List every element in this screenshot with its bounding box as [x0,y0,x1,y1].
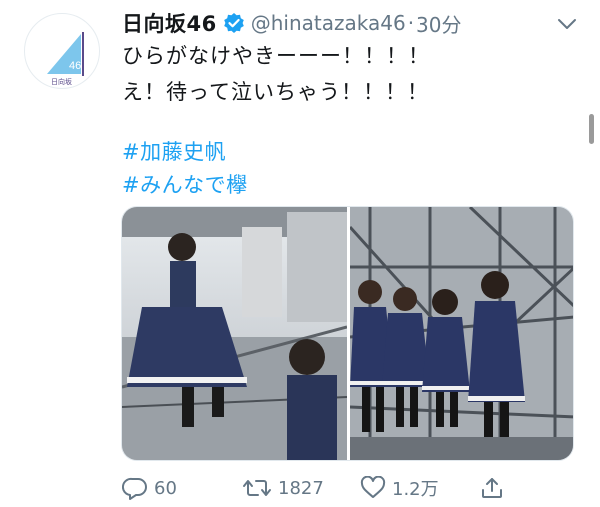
hashtag-link-1[interactable]: #加藤史帆 [122,136,226,166]
display-name[interactable]: 日向坂46 [122,8,217,38]
scrollbar[interactable] [589,114,594,144]
share-icon [480,476,504,500]
photo-1[interactable] [122,207,347,460]
separator-dot: · [407,11,415,35]
logo-number: 46 [69,60,81,72]
like-count: 1.2万 [392,479,439,500]
avatar[interactable]: 46 日向坂 [24,13,100,89]
hashtag-link-2[interactable]: #みんなで欅 [122,169,248,199]
heart-icon [360,476,386,500]
logo-subtext: 日向坂 [51,77,72,86]
reply-count: 60 [154,477,177,499]
tweet-header: 日向坂46 @hinatazaka46 · 30分 [122,8,462,38]
reply-button[interactable]: 60 [122,474,177,502]
media-gallery [121,206,574,461]
share-button[interactable] [480,474,504,502]
reply-icon [122,476,148,500]
tweet-text-line-2: え！待って泣いちゃう！！！！ [122,80,429,104]
user-handle[interactable]: @hinatazaka46 [251,11,406,35]
photo-2[interactable] [350,207,573,460]
like-button[interactable]: 1.2万 [360,474,439,502]
timestamp[interactable]: 30分 [416,9,461,38]
retweet-icon [242,476,272,500]
retweet-count: 1827 [278,477,324,499]
tweet-text-line-1: ひらがなけやきーーー！！！！ [122,44,430,68]
hinatazaka-logo-icon: 46 日向坂 [47,32,84,86]
verified-badge-icon [223,12,245,34]
chevron-down-icon[interactable] [556,16,578,32]
retweet-button[interactable]: 1827 [242,474,324,502]
tweet-actions: 60 1827 1.2万 [122,474,522,502]
